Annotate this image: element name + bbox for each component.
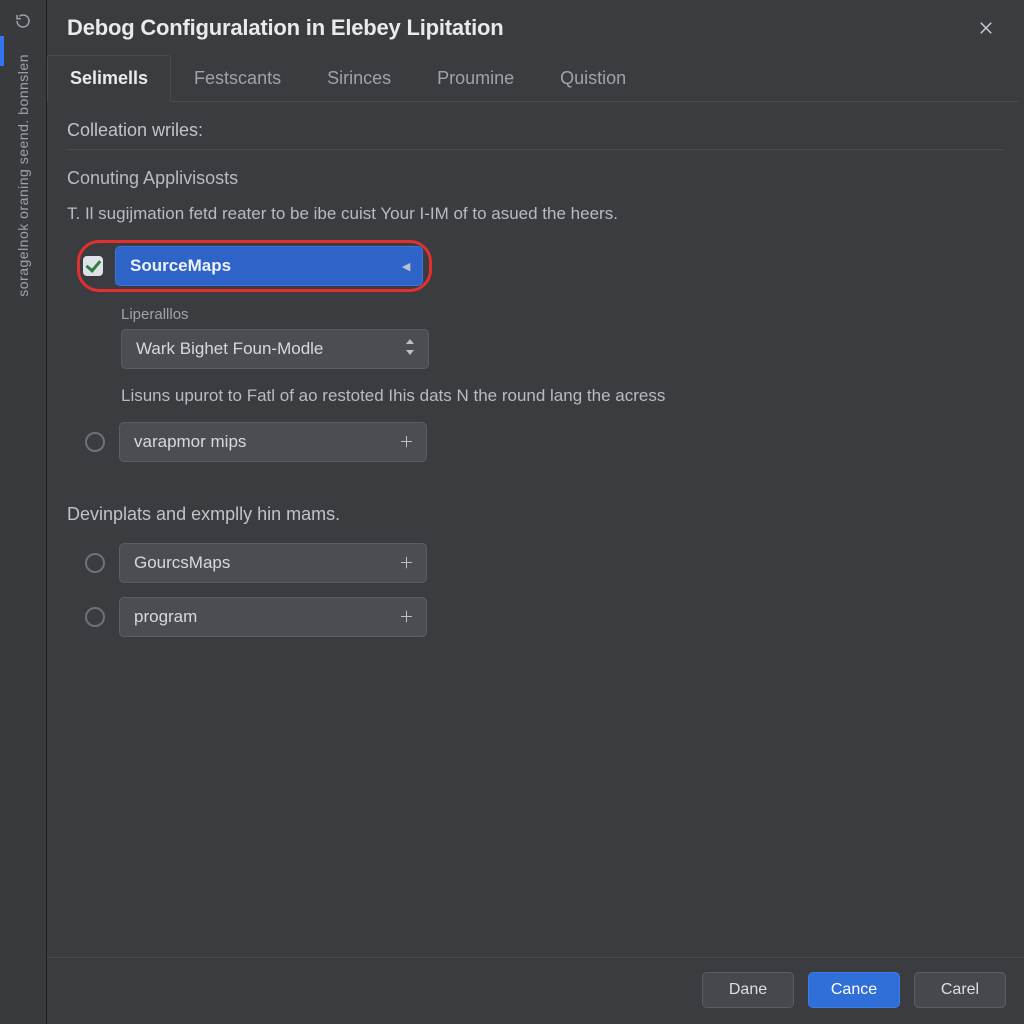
program-radio[interactable] (85, 607, 105, 627)
highlighted-option: SourceMaps ◂ (77, 240, 432, 292)
left-tool-strip: soragelnok oraning seend. bonnslen (0, 0, 47, 1024)
section2-title: Devinplats and exmplly hin mams. (67, 504, 1004, 525)
varapmor-label: varapmor mips (134, 432, 246, 452)
help-text-1: T. Il sugijmation fetd reater to be ibe … (67, 203, 1004, 226)
tab-festscants[interactable]: Festscants (171, 55, 304, 102)
gourcsmaps-combobox[interactable]: GourcsMaps ＋ (119, 543, 427, 583)
tab-selimells[interactable]: Selimells (47, 55, 171, 102)
carel-button[interactable]: Carel (914, 972, 1006, 1008)
active-tool-indicator (0, 36, 4, 66)
dropdown-icon: ◂ (402, 257, 410, 275)
varapmor-combobox[interactable]: varapmor mips ＋ (119, 422, 427, 462)
close-icon[interactable] (972, 14, 1000, 42)
section-title: Colleation wriles: (67, 120, 1004, 150)
dane-button[interactable]: Dane (702, 972, 794, 1008)
tab-sirinces[interactable]: Sirinces (304, 55, 414, 102)
work-mode-combobox[interactable]: Wark Bighet Foun-Modle (121, 329, 429, 369)
gourcsmaps-label: GourcsMaps (134, 553, 230, 573)
sidebar-vertical-label[interactable]: soragelnok oraning seend. bonnslen (15, 48, 31, 303)
tab-proumine[interactable]: Proumine (414, 55, 537, 102)
help-text-2: Lisuns upurot to Fatl of ao restoted Ihi… (67, 385, 1004, 408)
program-label: program (134, 607, 197, 627)
tab-bar: Selimells Festscants Sirinces Proumine Q… (47, 54, 1018, 102)
plus-icon: ＋ (399, 431, 414, 452)
subsection-title: Conuting Applivisosts (67, 168, 1004, 189)
dialog-title: Debog Configuralation in Elebey Lipitati… (67, 15, 504, 41)
plus-icon: ＋ (399, 552, 414, 573)
gourcsmaps-radio[interactable] (85, 553, 105, 573)
dialog-body: Colleation wriles: Conuting Applivisosts… (47, 102, 1024, 957)
loop-icon[interactable] (12, 10, 34, 32)
config-dialog: Debog Configuralation in Elebey Lipitati… (47, 0, 1024, 1024)
dialog-titlebar: Debog Configuralation in Elebey Lipitati… (47, 0, 1024, 54)
program-combobox[interactable]: program ＋ (119, 597, 427, 637)
sourcemaps-combobox[interactable]: SourceMaps ◂ (115, 246, 423, 286)
sourcemaps-checkbox[interactable] (83, 256, 103, 276)
dialog-footer: Dane Cance Carel (47, 957, 1024, 1024)
work-mode-value: Wark Bighet Foun-Modle (136, 339, 323, 359)
stepper-icon (404, 339, 416, 359)
sourcemaps-label: SourceMaps (130, 256, 231, 276)
varapmor-radio[interactable] (85, 432, 105, 452)
plus-icon: ＋ (399, 606, 414, 627)
liperallos-label: Liperalllos (67, 306, 1004, 323)
tab-quistion[interactable]: Quistion (537, 55, 649, 102)
cance-button[interactable]: Cance (808, 972, 900, 1008)
